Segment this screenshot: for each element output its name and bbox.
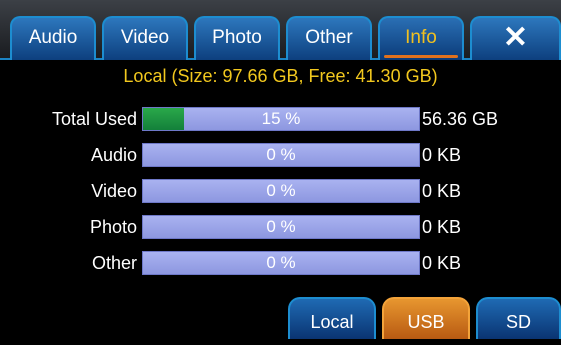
usage-percent: 0 %: [266, 217, 296, 236]
source-local-button[interactable]: Local: [288, 297, 376, 339]
tab-other[interactable]: Other: [286, 16, 372, 60]
usage-row-other: Other 0 % 0 KB: [0, 251, 561, 275]
usage-size: 0 KB: [422, 145, 462, 165]
usage-bar: 0 %: [142, 143, 420, 167]
usage-percent: 0 %: [266, 253, 296, 272]
close-button[interactable]: ✕: [470, 16, 561, 60]
usage-row-label: Total Used: [51, 109, 137, 129]
usage-bar: 0 %: [142, 251, 420, 275]
usage-percent: 0 %: [266, 145, 296, 164]
usage-row-label: Video: [91, 181, 137, 201]
tab-info[interactable]: Info: [378, 16, 464, 60]
media-info-screen: Audio Video Photo Other Info ✕ Local (Si…: [0, 0, 561, 339]
usage-row-label: Photo: [89, 217, 137, 237]
usage-percent: 0 %: [266, 181, 296, 200]
usage-bar: 0 %: [142, 215, 420, 239]
usage-bar: 15 %: [142, 107, 420, 131]
usage-percent: 15 %: [261, 109, 301, 128]
tab-audio[interactable]: Audio: [10, 16, 96, 60]
usage-row-label: Other: [91, 253, 137, 273]
tab-video[interactable]: Video: [102, 16, 188, 60]
usage-row-total: Total Used 15 % 56.36 GB: [0, 107, 561, 131]
usage-size: 0 KB: [422, 253, 462, 273]
source-usb-button[interactable]: USB: [382, 297, 470, 339]
usage-size: 0 KB: [422, 181, 462, 201]
tab-photo[interactable]: Photo: [194, 16, 280, 60]
usage-size: 0 KB: [422, 217, 462, 237]
usage-row-video: Video 0 % 0 KB: [0, 179, 561, 203]
storage-summary: Local (Size: 97.66 GB, Free: 41.30 GB): [123, 66, 438, 86]
tab-bar: Audio Video Photo Other Info ✕: [0, 0, 561, 60]
source-sd-button[interactable]: SD: [476, 297, 561, 339]
usage-size: 56.36 GB: [422, 109, 499, 129]
usage-bar: 0 %: [142, 179, 420, 203]
usage-row-label: Audio: [90, 145, 137, 165]
usage-row-audio: Audio 0 % 0 KB: [0, 143, 561, 167]
usage-row-photo: Photo 0 % 0 KB: [0, 215, 561, 239]
close-icon: ✕: [502, 21, 529, 54]
